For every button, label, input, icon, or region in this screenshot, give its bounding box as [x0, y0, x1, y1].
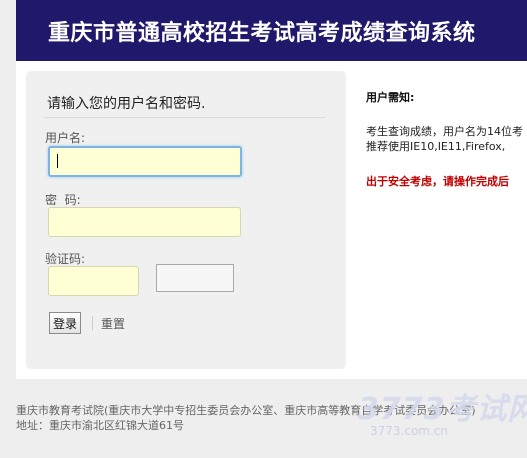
text-caret: [57, 154, 58, 168]
password-label: 密 码:: [45, 193, 81, 207]
footer-organization: 重庆市教育考试院(重庆市大学中专招生委员会办公室、重庆市高等教育自学考试委员会办…: [16, 404, 476, 417]
reset-link[interactable]: 重置: [101, 315, 125, 332]
user-notice: 用户需知: 考生查询成绩，用户名为14位考 推荐使用IE10,IE11,Fire…: [366, 89, 527, 269]
login-divider: [44, 117, 326, 118]
button-separator: [92, 316, 93, 330]
login-button[interactable]: 登录: [49, 312, 81, 334]
captcha-input[interactable]: [48, 266, 139, 296]
page-header: 重庆市普通高校招生考试高考成绩查询系统: [16, 0, 527, 61]
system-title: 重庆市普通高校招生考试高考成绩查询系统: [48, 20, 476, 46]
captcha-image[interactable]: [156, 264, 234, 292]
main-panel: 请输入您的用户名和密码. 用户名: 密 码: 验证码: 登录 重置 用户需知: …: [16, 61, 527, 379]
footer-address: 地址：重庆市渝北区红锦大道61号: [16, 419, 184, 432]
notice-line-2: 推荐使用IE10,IE11,Firefox,: [366, 140, 506, 153]
username-input[interactable]: [48, 146, 242, 177]
password-input[interactable]: [48, 207, 241, 237]
login-form: 请输入您的用户名和密码. 用户名: 密 码: 验证码: 登录 重置: [26, 71, 346, 369]
security-warning: 出于安全考虑，请操作完成后: [366, 175, 509, 188]
captcha-label: 验证码:: [45, 252, 86, 266]
notice-title: 用户需知:: [366, 91, 415, 104]
login-title: 请输入您的用户名和密码.: [47, 96, 206, 112]
notice-line-1: 考生查询成绩，用户名为14位考: [366, 125, 523, 138]
watermark-url: 3773.com.cn: [370, 424, 448, 438]
username-label: 用户名:: [45, 131, 86, 145]
